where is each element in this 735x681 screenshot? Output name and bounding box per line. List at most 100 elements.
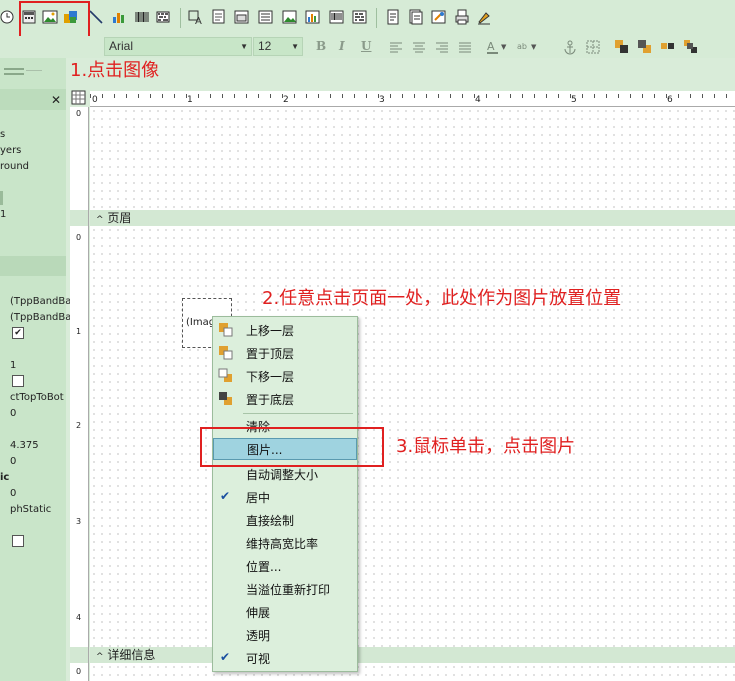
menu-item-position[interactable]: 位置... — [213, 555, 357, 577]
menu-item-label: 置于底层 — [246, 393, 295, 407]
title-band-area[interactable] — [90, 107, 735, 210]
prop-text: yers — [0, 145, 22, 156]
format-toolbar: Arial ▼ 12 ▼ B I U A ▼ ab ▼ — [0, 36, 735, 58]
clock-icon[interactable] — [0, 9, 16, 25]
align-center-icon[interactable] — [411, 39, 427, 55]
highlighter-icon[interactable] — [476, 9, 492, 25]
dropdown-arrow-icon: ▼ — [240, 42, 248, 51]
page3-icon[interactable] — [431, 9, 447, 25]
prop-text: ctTopToBot — [10, 392, 64, 403]
dropdown-arrow-icon: ▼ — [291, 42, 299, 51]
font-size-combo[interactable]: 12 ▼ — [253, 37, 303, 56]
subreport-icon[interactable] — [234, 9, 250, 25]
menu-item-label: 自动调整大小 — [246, 468, 319, 482]
ruler-mark: 1 — [187, 95, 193, 105]
chart-icon[interactable] — [111, 9, 127, 25]
menu-item-reprint-on-overflow[interactable]: 当溢位重新打印 — [213, 578, 357, 600]
menu-item-bring-to-front[interactable]: 置于顶层 — [213, 342, 357, 364]
detail-band-label: 详细信息 — [107, 648, 156, 662]
ruler-toggle-icon[interactable] — [71, 90, 91, 108]
menu-item-label: 下移一层 — [246, 370, 295, 384]
bring-forward-icon[interactable] — [660, 39, 676, 55]
prop-text: 0 — [10, 456, 17, 467]
prop-text: 1 — [10, 360, 17, 371]
border-icon[interactable] — [585, 39, 601, 55]
menu-item-label: 伸展 — [246, 606, 271, 620]
italic-icon[interactable]: I — [339, 39, 345, 53]
bring-to-front-icon — [218, 345, 234, 361]
menu-item-send-backward[interactable]: 下移一层 — [213, 365, 357, 387]
font-name-value: Arial — [109, 39, 134, 53]
menu-item-stretch[interactable]: 伸展 — [213, 601, 357, 623]
line-icon[interactable] — [88, 9, 104, 25]
menu-item-label: 当溢位重新打印 — [246, 583, 331, 597]
barcode-icon[interactable] — [134, 9, 150, 25]
annotation-step2: 2.任意点击页面一处，此处作为图片放置位置 — [262, 288, 622, 309]
highlight-color-icon[interactable]: ab ▼ — [516, 39, 537, 55]
send-backward-icon[interactable] — [683, 39, 699, 55]
dbbarcode2d-icon[interactable] — [352, 9, 368, 25]
unchecked-checkbox[interactable] — [12, 535, 24, 547]
menu-item-label: 维持高宽比率 — [246, 537, 319, 551]
menu-item-transparent[interactable]: 透明 — [213, 624, 357, 646]
checked-checkbox[interactable]: ✔ — [12, 327, 24, 339]
menu-item-label: 直接绘制 — [246, 514, 295, 528]
ruler-mark: 3 — [76, 517, 82, 526]
menu-item-center[interactable]: ✔ 居中 — [213, 486, 357, 508]
svg-text:▼: ▼ — [531, 43, 537, 51]
page-icon[interactable] — [385, 9, 401, 25]
ruler-mark: 2 — [283, 95, 289, 105]
picture-item-highlight — [200, 427, 384, 467]
chevron-up-icon: ^ — [96, 652, 104, 662]
underline-icon[interactable]: U — [361, 39, 371, 53]
close-icon[interactable]: ✕ — [51, 93, 61, 107]
menu-item-bring-forward[interactable]: 上移一层 — [213, 319, 357, 341]
dbbarcode-icon[interactable] — [329, 9, 345, 25]
check-icon: ✔ — [220, 650, 231, 664]
anchor-icon[interactable] — [562, 39, 578, 55]
menu-item-direct-draw[interactable]: 直接绘制 — [213, 509, 357, 531]
menu-item-send-to-back[interactable]: 置于底层 — [213, 388, 357, 410]
header-band-bar[interactable]: ^ 页眉 — [90, 210, 735, 226]
send-to-back-icon — [218, 391, 234, 407]
justify-icon[interactable] — [457, 39, 473, 55]
send-to-back-icon[interactable] — [637, 39, 653, 55]
detail-band-bar[interactable]: ^ 详细信息 — [90, 647, 735, 663]
label-icon[interactable]: A — [188, 9, 204, 27]
object-toolbar: A — [0, 0, 735, 39]
menu-item-visible[interactable]: ✔ 可视 — [213, 647, 357, 669]
align-left-icon[interactable] — [388, 39, 404, 55]
footer-band-area[interactable] — [90, 663, 735, 681]
bring-to-front-icon[interactable] — [614, 39, 630, 55]
sort-icon[interactable] — [26, 70, 42, 71]
horizontal-ruler: 0 1 2 3 4 5 6 — [90, 91, 735, 107]
check-icon: ✔ — [220, 489, 231, 503]
prop-text: 1 — [0, 209, 7, 220]
prop-text: ic — [0, 472, 10, 483]
ruler-mark: 6 — [667, 95, 673, 105]
print-icon[interactable] — [454, 9, 470, 25]
dbimage-icon[interactable] — [282, 9, 298, 25]
barcode2d-icon[interactable] — [155, 9, 171, 25]
vertical-ruler: 0 0 1 2 3 4 0 — [70, 107, 89, 681]
font-color-icon[interactable]: A ▼ — [486, 39, 507, 55]
ruler-mark: 4 — [475, 95, 481, 105]
svg-text:A: A — [487, 40, 495, 53]
unchecked-checkbox[interactable] — [12, 375, 24, 387]
align-right-icon[interactable] — [434, 39, 450, 55]
bold-icon[interactable]: B — [316, 39, 326, 53]
prop-text: 0 — [10, 488, 17, 499]
page2-icon[interactable] — [408, 9, 424, 25]
menu-item-keep-aspect[interactable]: 维持高宽比率 — [213, 532, 357, 554]
prop-text: round — [0, 161, 30, 172]
font-name-combo[interactable]: Arial ▼ — [104, 37, 252, 56]
dbtext-icon[interactable] — [258, 9, 274, 25]
memo-icon[interactable] — [211, 9, 227, 25]
svg-text:ab: ab — [517, 42, 527, 51]
ruler-mark: 2 — [76, 421, 82, 430]
dbchart-icon[interactable] — [305, 9, 321, 25]
image-placeholder-label: (Imag — [186, 317, 216, 328]
list-view-icon[interactable] — [4, 68, 24, 70]
menu-item-label: 透明 — [246, 629, 271, 643]
font-size-value: 12 — [258, 39, 272, 53]
